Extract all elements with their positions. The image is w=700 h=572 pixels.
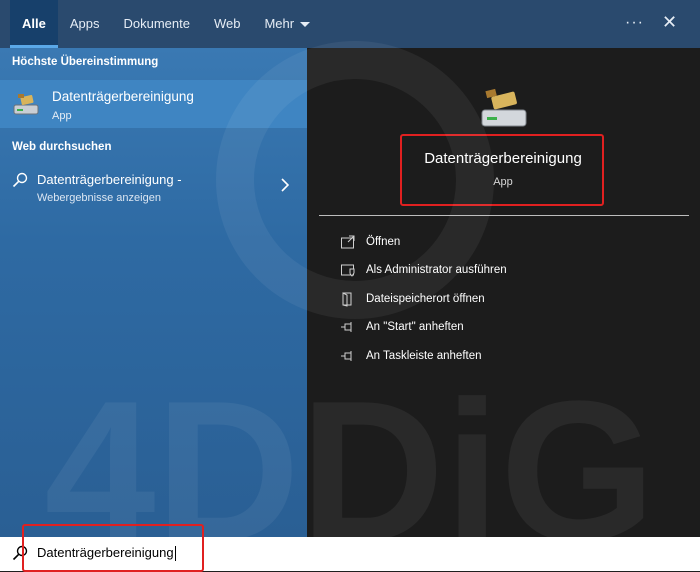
action-open-file-location[interactable]: Dateispeicherort öffnen bbox=[340, 289, 485, 309]
best-match-title: Datenträgerbereinigung bbox=[52, 89, 194, 104]
web-result-subtitle: Webergebnisse anzeigen bbox=[37, 192, 161, 204]
highlight-box-app bbox=[400, 134, 604, 206]
chevron-right-icon[interactable] bbox=[281, 178, 289, 192]
best-match-item[interactable] bbox=[0, 80, 307, 128]
tab-all[interactable]: Alle bbox=[10, 0, 58, 48]
disk-cleanup-app-icon bbox=[13, 94, 39, 115]
pin-icon bbox=[341, 351, 352, 361]
search-icon bbox=[12, 172, 28, 188]
chevron-down-icon bbox=[300, 22, 311, 28]
action-open-file-location-label: Dateispeicherort öffnen bbox=[366, 293, 485, 305]
more-options-button[interactable]: ··· bbox=[625, 14, 644, 32]
file-location-icon bbox=[342, 292, 352, 307]
disk-cleanup-large-icon bbox=[481, 88, 527, 127]
highlight-box-search bbox=[22, 524, 204, 572]
web-result-title[interactable]: Datenträgerbereinigung - bbox=[37, 172, 182, 187]
pin-icon bbox=[341, 322, 352, 332]
action-open-label: Öffnen bbox=[366, 236, 401, 248]
best-match-heading: Höchste Übereinstimmung bbox=[12, 56, 159, 68]
action-pin-to-start-label: An "Start" anheften bbox=[366, 321, 464, 333]
action-run-as-admin[interactable]: Als Administrator ausführen bbox=[340, 260, 507, 280]
detail-divider bbox=[319, 215, 689, 216]
action-pin-to-start[interactable]: An "Start" anheften bbox=[340, 317, 464, 337]
action-open[interactable]: Öffnen bbox=[340, 232, 400, 252]
tab-apps[interactable]: Apps bbox=[58, 0, 112, 48]
tab-more[interactable]: Mehr bbox=[252, 0, 322, 48]
web-search-heading: Web durchsuchen bbox=[12, 141, 112, 153]
action-pin-to-taskbar-label: An Taskleiste anheften bbox=[366, 350, 482, 362]
open-icon bbox=[341, 235, 355, 249]
tab-documents[interactable]: Dokumente bbox=[111, 0, 201, 48]
tab-more-label: Mehr bbox=[264, 16, 295, 31]
action-run-as-admin-label: Als Administrator ausführen bbox=[366, 264, 507, 276]
action-pin-to-taskbar[interactable]: An Taskleiste anheften bbox=[340, 346, 482, 366]
scope-tabs: Alle Apps Dokumente Web Mehr bbox=[10, 0, 322, 48]
admin-shield-icon bbox=[341, 264, 355, 277]
close-button[interactable]: ✕ bbox=[662, 12, 677, 33]
tab-web[interactable]: Web bbox=[202, 0, 253, 48]
best-match-subtitle: App bbox=[52, 110, 72, 122]
